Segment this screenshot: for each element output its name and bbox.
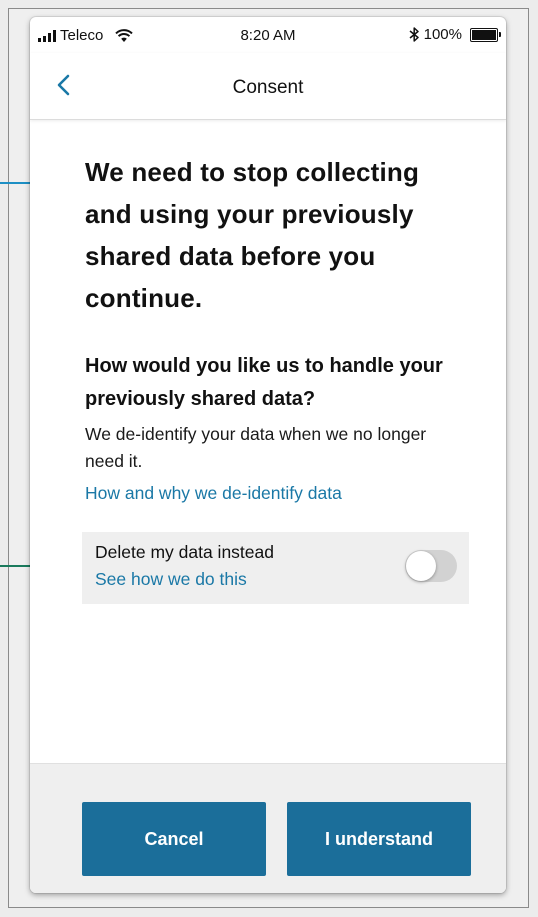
bluetooth-icon: [409, 27, 419, 42]
status-bar: Teleco 8:20 AM 100%: [30, 17, 506, 53]
navigation-bar: Consent: [30, 53, 506, 120]
deidentify-info-link[interactable]: How and why we de-identify data: [85, 483, 342, 504]
footer-actions: Cancel I understand: [30, 763, 506, 893]
battery-percent: 100%: [423, 26, 462, 43]
delete-data-toggle-row: Delete my data instead See how we do thi…: [82, 532, 469, 604]
understand-button[interactable]: I understand: [287, 802, 471, 876]
switch-knob: [406, 551, 436, 581]
delete-data-switch[interactable]: [405, 550, 457, 582]
status-right: 100%: [409, 26, 501, 43]
phone-screen: Teleco 8:20 AM 100% Consent We need to s…: [30, 17, 506, 893]
see-how-link[interactable]: See how we do this: [95, 569, 247, 590]
cancel-button[interactable]: Cancel: [82, 802, 266, 876]
question-heading: How would you like us to handle your pre…: [85, 355, 443, 410]
description-text: We de-identify your data when we no long…: [85, 424, 427, 471]
main-heading: We need to stop collecting and using you…: [85, 157, 420, 313]
page-title: Consent: [232, 77, 304, 98]
toggle-label: Delete my data instead: [95, 542, 274, 562]
battery-icon: [470, 27, 501, 42]
